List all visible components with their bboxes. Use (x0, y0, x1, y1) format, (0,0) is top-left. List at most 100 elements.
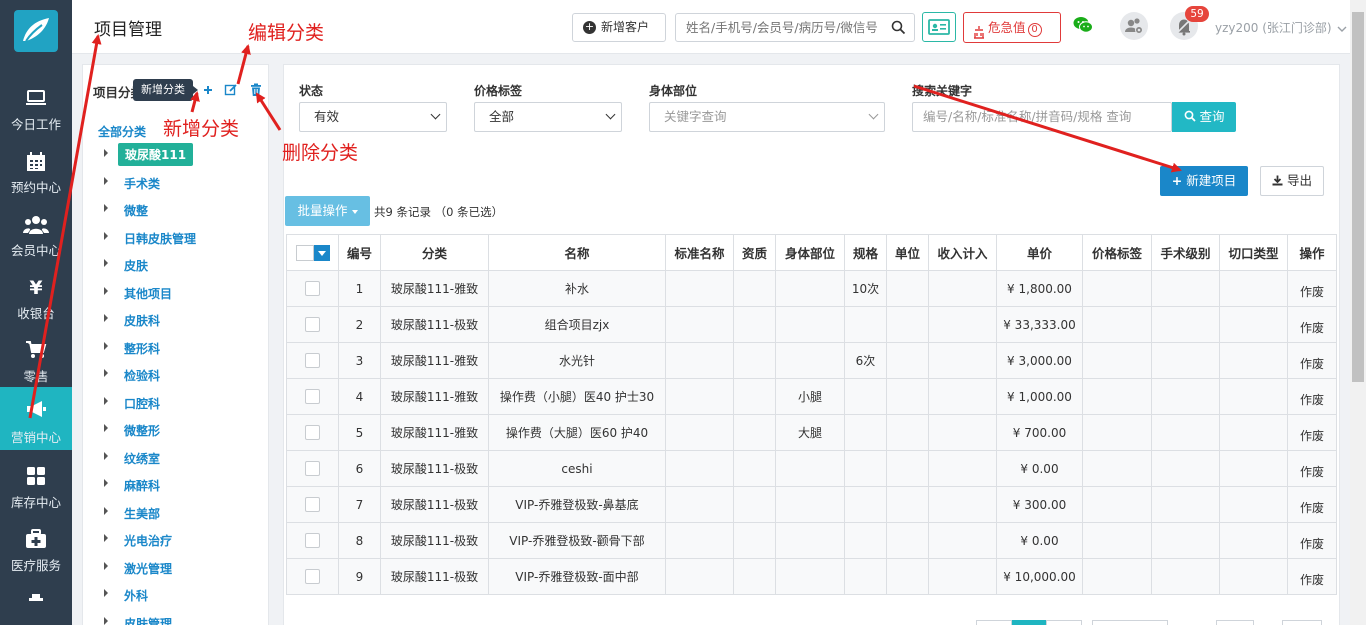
nav-item-marketing[interactable]: 营销中心 (0, 387, 72, 450)
table-row[interactable]: 7 玻尿酸111-极致 VIP-乔雅登极致-鼻基底 ¥ 300.00 作废 (286, 486, 1337, 523)
row-checkbox[interactable] (305, 389, 320, 404)
category-label[interactable]: 皮肤科 (124, 312, 160, 329)
caret-right-icon[interactable] (104, 369, 108, 377)
nav-item-more[interactable] (0, 586, 72, 625)
category-item[interactable]: 皮肤 (83, 251, 268, 279)
row-checkbox[interactable] (305, 569, 320, 584)
category-label[interactable]: 整形科 (124, 340, 160, 357)
table-row[interactable]: 2 玻尿酸111-极致 组合项目zjx ¥ 33,333.00 作废 (286, 306, 1337, 343)
caret-right-icon[interactable] (104, 176, 108, 185)
new-item-button[interactable]: + 新建项目 (1160, 166, 1248, 196)
nav-item-members[interactable]: 会员中心 (0, 208, 72, 268)
project-name-link[interactable]: 操作费（大腿）医60 护40 (488, 414, 666, 451)
search-icon[interactable] (891, 20, 906, 38)
page-scrollbar-thumb[interactable] (1352, 12, 1364, 382)
void-action-link[interactable]: 作废 (1287, 342, 1337, 379)
caret-right-icon[interactable] (104, 506, 108, 515)
category-label[interactable]: 其他项目 (124, 285, 172, 302)
row-checkbox[interactable] (305, 425, 320, 440)
table-row[interactable]: 6 玻尿酸111-极致 ceshi ¥ 0.00 作废 (286, 450, 1337, 487)
pager-current[interactable] (1012, 620, 1046, 625)
project-name-link[interactable]: 组合项目zjx (488, 306, 666, 343)
category-item[interactable]: 手术类 (83, 169, 268, 197)
col-header[interactable]: 切口类型 (1219, 234, 1288, 271)
category-label[interactable]: 纹绣室 (124, 450, 160, 467)
row-checkbox[interactable] (305, 281, 320, 296)
id-card-button[interactable] (922, 12, 956, 42)
select-all-checkbox[interactable] (295, 244, 314, 261)
price-tag-select[interactable]: 全部 (474, 102, 622, 132)
category-item[interactable]: 生美部 (83, 499, 268, 527)
void-action-link[interactable]: 作废 (1287, 558, 1337, 595)
project-name-link[interactable]: 操作费（小腿）医40 护士30 (488, 378, 666, 415)
add-category-icon[interactable] (201, 83, 215, 97)
category-item[interactable]: 微整 (83, 196, 268, 224)
category-label[interactable]: 口腔科 (124, 395, 160, 412)
body-part-select[interactable]: 关键字查询 (649, 102, 885, 132)
row-checkbox[interactable] (305, 533, 320, 548)
category-item[interactable]: 日韩皮肤管理 (83, 224, 268, 252)
select-all-header[interactable] (286, 234, 339, 271)
col-header[interactable]: 分类 (380, 234, 489, 271)
caret-right-icon[interactable] (104, 149, 108, 157)
nav-item-appointment[interactable]: 预约中心 (0, 145, 72, 205)
caret-right-icon[interactable] (104, 561, 108, 570)
table-row[interactable]: 5 玻尿酸111-雅致 操作费（大腿）医60 护40 大腿 ¥ 700.00 作废 (286, 414, 1337, 451)
pager-next[interactable] (1046, 620, 1082, 625)
category-label[interactable]: 麻醉科 (124, 477, 160, 494)
category-label[interactable]: 生美部 (124, 505, 160, 522)
row-checkbox[interactable] (305, 461, 320, 476)
caret-right-icon[interactable] (104, 534, 108, 542)
category-label[interactable]: 外科 (124, 587, 148, 604)
nav-item-today-work[interactable]: 今日工作 (0, 82, 72, 142)
category-item[interactable]: 皮肤管理 (83, 609, 268, 625)
batch-operation-button[interactable]: 批量操作 (285, 196, 370, 226)
caret-right-icon[interactable] (104, 396, 108, 405)
col-header[interactable]: 收入计入 (928, 234, 997, 271)
project-name-link[interactable]: VIP-乔雅登极致-面中部 (488, 558, 666, 595)
row-checkbox[interactable] (305, 317, 320, 332)
table-row[interactable]: 9 玻尿酸111-极致 VIP-乔雅登极致-面中部 ¥ 10,000.00 作废 (286, 558, 1337, 595)
void-action-link[interactable]: 作废 (1287, 306, 1337, 343)
col-header[interactable]: 单位 (886, 234, 929, 271)
global-search-input[interactable] (676, 14, 884, 41)
row-checkbox[interactable] (305, 497, 320, 512)
void-action-link[interactable]: 作废 (1287, 378, 1337, 415)
app-logo[interactable] (14, 10, 58, 52)
category-item[interactable]: 激光管理 (83, 554, 268, 582)
status-select[interactable]: 有效 (299, 102, 447, 132)
caret-right-icon[interactable] (104, 204, 108, 212)
category-item[interactable]: 玻尿酸111 (83, 141, 268, 169)
project-name-link[interactable]: ceshi (488, 450, 666, 487)
wechat-icon[interactable] (1073, 16, 1093, 37)
col-header[interactable]: 身体部位 (775, 234, 845, 271)
row-checkbox[interactable] (305, 353, 320, 368)
category-label[interactable]: 微整 (124, 202, 148, 219)
page-size-select[interactable] (1092, 620, 1168, 625)
project-name-link[interactable]: VIP-乔雅登极致-鼻基底 (488, 486, 666, 523)
col-header[interactable]: 标准名称 (665, 234, 734, 271)
category-item[interactable]: 皮肤科 (83, 306, 268, 334)
table-row[interactable]: 1 玻尿酸111-雅致 补水 10次 ¥ 1,800.00 作废 (286, 270, 1337, 307)
col-header[interactable]: 规格 (844, 234, 887, 271)
page-jump-input[interactable] (1216, 620, 1254, 625)
edit-category-icon[interactable] (224, 83, 238, 97)
caret-right-icon[interactable] (104, 286, 108, 295)
void-action-link[interactable]: 作废 (1287, 270, 1337, 307)
category-item[interactable]: 其他项目 (83, 279, 268, 307)
category-item[interactable]: 纹绣室 (83, 444, 268, 472)
category-label[interactable]: 检验科 (124, 367, 160, 384)
category-item[interactable]: 外科 (83, 581, 268, 609)
col-header[interactable]: 编号 (338, 234, 381, 271)
table-row[interactable]: 8 玻尿酸111-极致 VIP-乔雅登极致-颧骨下部 ¥ 0.00 作废 (286, 522, 1337, 559)
category-label[interactable]: 皮肤管理 (124, 615, 172, 625)
col-header[interactable]: 手术级别 (1151, 234, 1220, 271)
nav-item-retail[interactable]: 零售 (0, 334, 72, 394)
void-action-link[interactable]: 作废 (1287, 522, 1337, 559)
nav-item-medical[interactable]: 医疗服务 (0, 523, 72, 583)
col-header[interactable]: 资质 (733, 234, 776, 271)
category-label[interactable]: 皮肤 (124, 257, 148, 274)
category-item[interactable]: 光电治疗 (83, 526, 268, 554)
select-dropdown-icon[interactable] (313, 244, 330, 261)
caret-right-icon[interactable] (104, 314, 108, 322)
